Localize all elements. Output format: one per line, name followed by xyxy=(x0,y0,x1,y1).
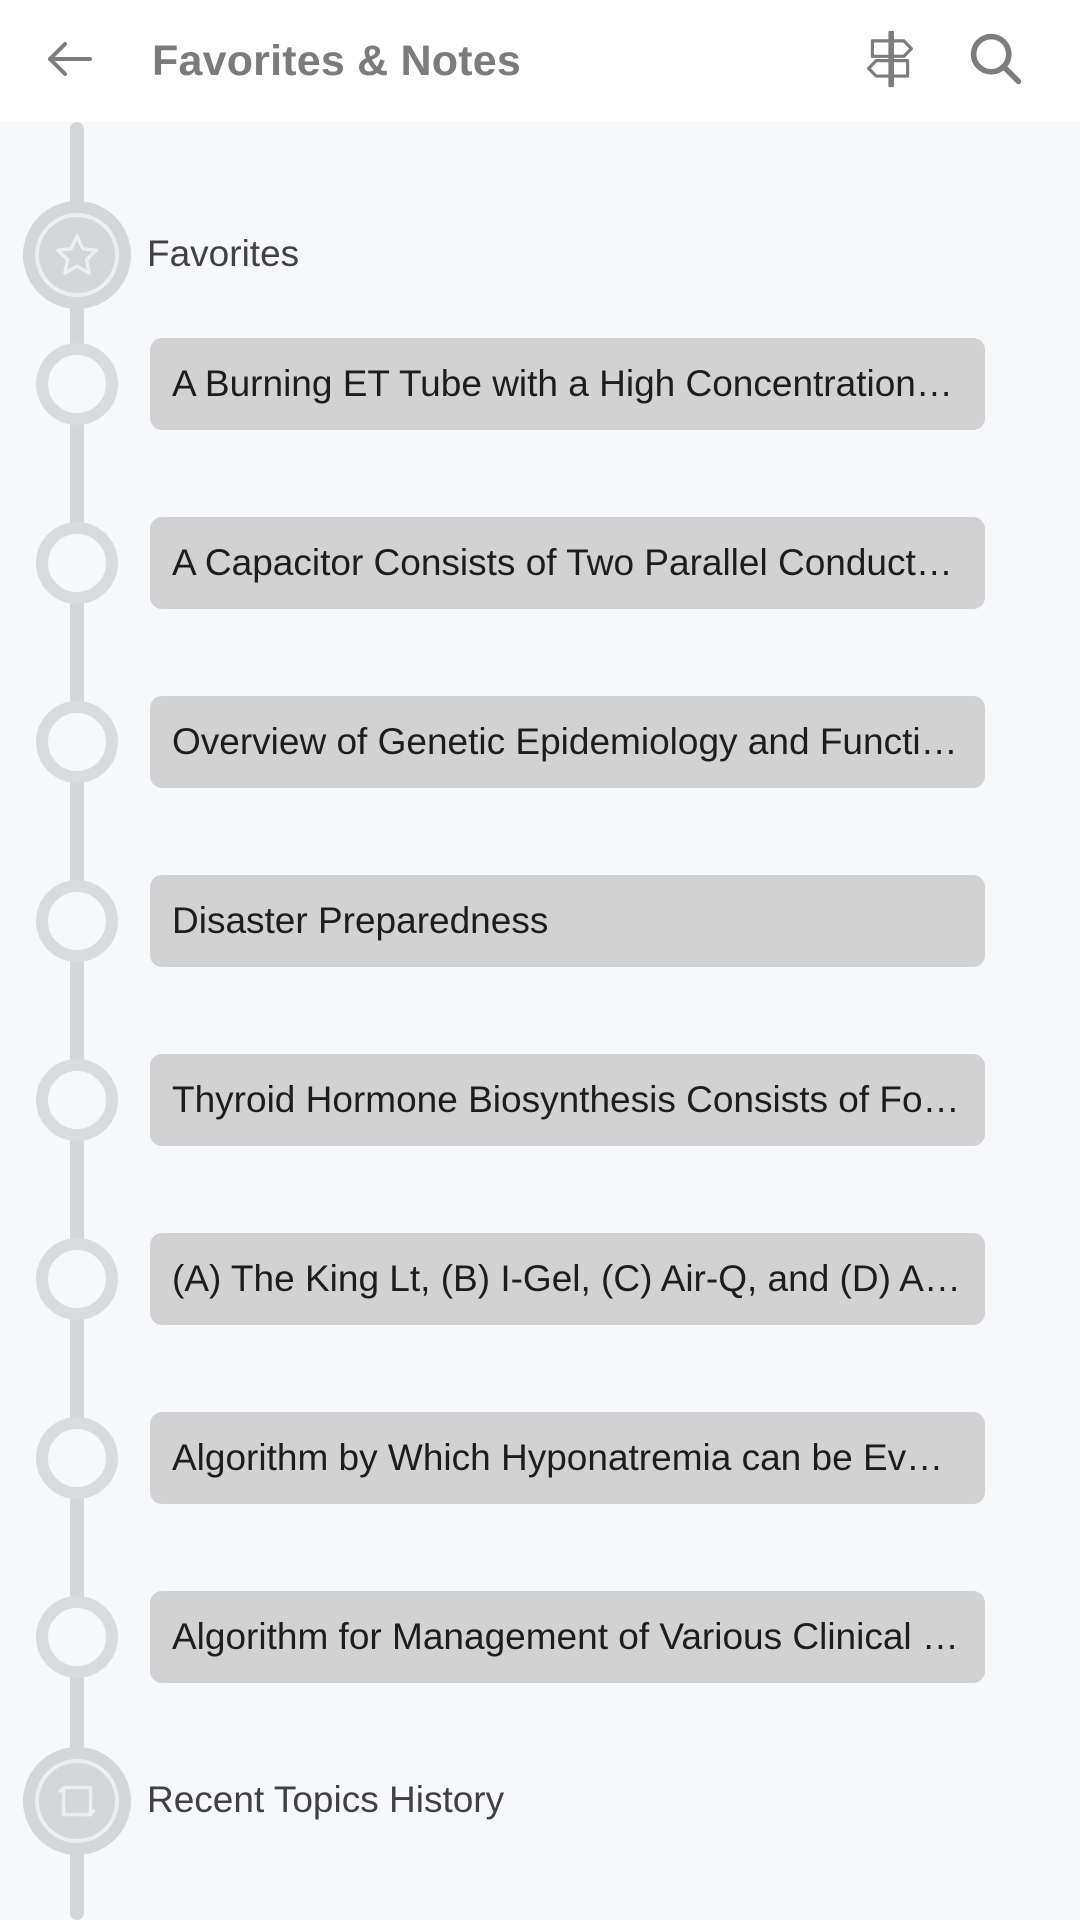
search-button[interactable] xyxy=(948,13,1044,109)
timeline-node[interactable] xyxy=(36,1417,118,1499)
list-item-label: (A) The King Lt, (B) I-Gel, (C) Air-Q, a… xyxy=(172,1258,985,1299)
timeline-body: Favorites A Burning ET Tube with a High … xyxy=(0,122,1080,1920)
list-item-label: Thyroid Hormone Biosynthesis Consists of… xyxy=(172,1079,981,1120)
timeline-node[interactable] xyxy=(36,701,118,783)
list-item[interactable]: A Capacitor Consists of Two Parallel Con… xyxy=(150,517,985,609)
list-item[interactable]: Algorithm by Which Hyponatremia can be E… xyxy=(150,1412,985,1504)
section-node-favorites[interactable] xyxy=(23,201,131,309)
list-item-label: A Capacitor Consists of Two Parallel Con… xyxy=(172,542,974,583)
timeline-node[interactable] xyxy=(36,1596,118,1678)
signpost-icon xyxy=(858,27,922,96)
section-label-recent-topics-history: Recent Topics History xyxy=(147,1779,505,1820)
list-item[interactable]: A Burning ET Tube with a High Concentrat… xyxy=(150,338,985,430)
arrow-left-icon xyxy=(40,29,100,94)
app-bar-actions xyxy=(842,13,1080,109)
history-refresh-icon xyxy=(35,1759,119,1843)
list-item[interactable]: Disaster Preparedness xyxy=(150,875,985,967)
back-button[interactable] xyxy=(22,13,118,109)
search-icon xyxy=(964,27,1028,96)
section-node-recent-topics-history[interactable] xyxy=(23,1747,131,1855)
timeline-node[interactable] xyxy=(36,522,118,604)
list-item-label: Disaster Preparedness xyxy=(172,900,549,941)
timeline-node[interactable] xyxy=(36,1059,118,1141)
section-label-favorites: Favorites xyxy=(147,233,300,274)
list-item[interactable]: (A) The King Lt, (B) I-Gel, (C) Air-Q, a… xyxy=(150,1233,985,1325)
list-item-label: A Burning ET Tube with a High Concentrat… xyxy=(172,363,984,404)
list-item[interactable]: Thyroid Hormone Biosynthesis Consists of… xyxy=(150,1054,985,1146)
list-item-label: Algorithm by Which Hyponatremia can be E… xyxy=(172,1437,972,1478)
list-item[interactable]: Algorithm for Management of Various Clin… xyxy=(150,1591,985,1683)
list-item-label: Overview of Genetic Epidemiology and Fun… xyxy=(172,721,979,762)
list-item-label: Algorithm for Management of Various Clin… xyxy=(172,1616,959,1657)
signpost-button[interactable] xyxy=(842,13,938,109)
app-bar: Favorites & Notes xyxy=(0,0,1080,122)
list-item[interactable]: Overview of Genetic Epidemiology and Fun… xyxy=(150,696,985,788)
star-icon xyxy=(35,213,119,297)
timeline-node[interactable] xyxy=(36,880,118,962)
page-title: Favorites & Notes xyxy=(152,36,522,85)
timeline-node[interactable] xyxy=(36,343,118,425)
timeline-node[interactable] xyxy=(36,1238,118,1320)
